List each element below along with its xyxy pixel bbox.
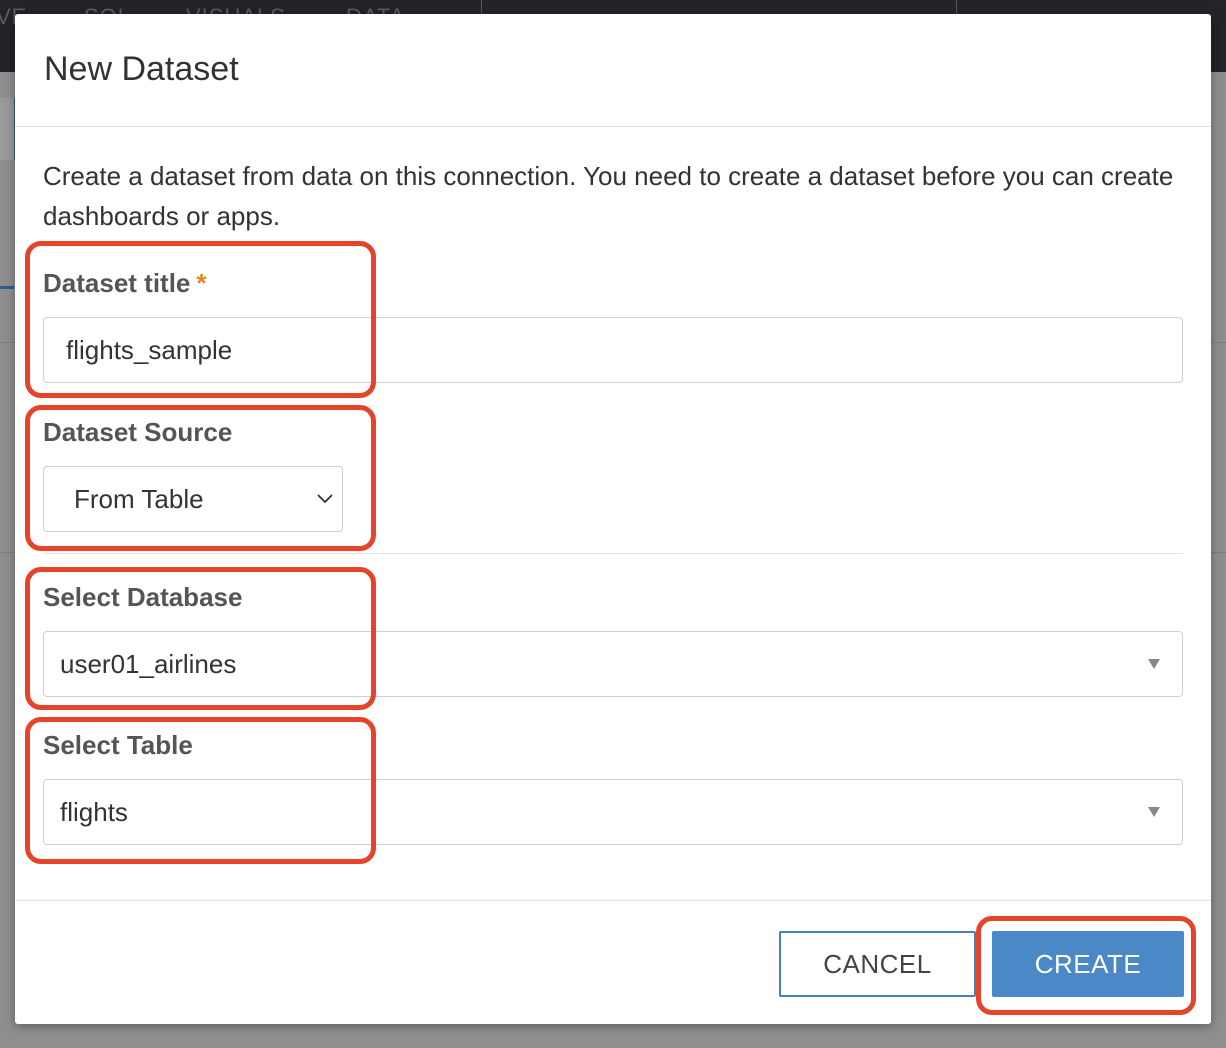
app-divider [1211,342,1226,343]
dialog-description: Create a dataset from data on this conne… [43,161,1174,231]
select-database-label: Select Database [43,582,243,612]
app-active-indicator [0,286,14,289]
caret-down-icon [1148,659,1160,669]
app-divider [0,552,14,553]
dialog-title: New Dataset [44,50,239,88]
dataset-title-input[interactable] [43,317,1183,383]
section-divider [43,553,1183,554]
app-search-box[interactable] [481,0,957,15]
dataset-source-value: From Table [74,483,204,514]
create-button[interactable]: CREATE [992,931,1184,997]
caret-down-icon [1148,807,1160,817]
dialog-footer-divider [15,900,1211,901]
dataset-source-label: Dataset Source [43,417,233,447]
select-table-value: flights [60,796,128,827]
select-table-dropdown[interactable]: flights [43,779,1183,845]
chevron-down-icon [317,494,333,504]
dataset-title-label: Dataset title * [43,268,207,299]
dataset-source-select[interactable]: From Table [43,466,343,532]
app-divider [1211,552,1226,553]
dialog-header: New Dataset [15,14,1211,127]
new-dataset-dialog: New Dataset Create a dataset from data o… [15,14,1211,1024]
dataset-title-label-text: Dataset title [43,268,191,298]
cancel-button[interactable]: CANCEL [779,931,976,997]
app-divider [0,342,14,343]
required-asterisk: * [196,268,207,298]
app-side-tab [0,98,16,160]
select-table-label: Select Table [43,730,193,760]
select-database-dropdown[interactable]: user01_airlines [43,631,1183,697]
select-database-value: user01_airlines [60,648,237,679]
